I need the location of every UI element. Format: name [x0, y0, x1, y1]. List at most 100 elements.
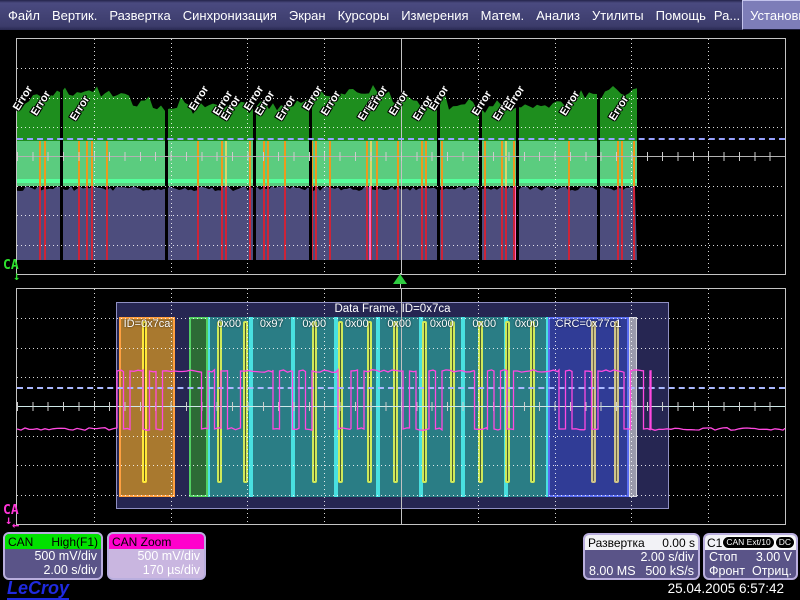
error-event-line-low	[197, 186, 199, 260]
error-event-line-low	[249, 186, 251, 260]
error-event-line-low	[267, 186, 269, 260]
arrow-left-icon: ←	[12, 518, 19, 532]
error-event-line-low	[315, 186, 317, 260]
trigger-position-marker-icon[interactable]	[393, 274, 407, 284]
datetime-display: 25.04.2005 6:57:42	[668, 581, 784, 596]
can-trace-marker[interactable]: CA ↓	[3, 258, 19, 273]
field-crc-label: CRC=0x77c1	[548, 318, 629, 331]
event-line-pink	[369, 186, 371, 260]
frame-gap	[309, 89, 312, 260]
decode-banner: Data Frame, ID=0x7ca	[116, 303, 669, 317]
frame-gap	[437, 89, 440, 260]
error-event-line	[397, 141, 399, 186]
trigger-coupling-badge: DC	[775, 536, 795, 549]
error-event-line	[633, 141, 635, 186]
error-event-line	[91, 141, 93, 186]
error-event-line-low	[284, 186, 286, 260]
timebase-scale: 2.00 s/div	[640, 550, 694, 564]
error-event-line-low	[329, 186, 331, 260]
trigger-channel: C1	[707, 536, 722, 550]
can-high-name: CAN	[8, 535, 33, 549]
trigger-edge-label: Фронт	[709, 564, 745, 578]
trigger-level-line	[17, 138, 785, 140]
field-data-label: 0x00	[421, 318, 464, 331]
error-event-line	[263, 141, 265, 186]
frame-gap	[253, 89, 256, 260]
top-graticule: ErrorErrorErrorErrorErrorErrorErrorError…	[16, 38, 786, 275]
error-event-line	[501, 141, 503, 186]
error-event-line-low	[221, 186, 223, 260]
error-event-line-low	[397, 186, 399, 260]
error-event-line-low	[263, 186, 265, 260]
menu-help[interactable]: Помощь	[650, 8, 712, 23]
can-zoom-descriptor[interactable]: CAN Zoom 500 mV/div 170 µs/div	[107, 532, 206, 580]
error-event-line-low	[505, 186, 507, 260]
menu-math[interactable]: Матем.	[475, 8, 531, 23]
field-data-label: 0x97	[251, 318, 294, 331]
error-event-line-low	[86, 186, 88, 260]
error-event-line-low	[106, 186, 108, 260]
error-event-line	[86, 141, 88, 186]
frame-gap	[516, 89, 519, 260]
error-event-line-low	[376, 186, 378, 260]
error-event-line	[370, 141, 372, 186]
frame-gap	[165, 89, 168, 260]
error-event-line-low	[44, 186, 46, 260]
menu-timebase[interactable]: Развертка	[103, 8, 176, 23]
menu-measure[interactable]: Измерения	[395, 8, 474, 23]
field-data-label: 0x00	[506, 318, 549, 331]
field-data-label: 0x00	[463, 318, 506, 331]
trigger-source-badge: CAN Ext/10	[722, 536, 774, 549]
error-event-line-low	[501, 186, 503, 260]
can-high-descriptor[interactable]: CAN High(F1) 500 mV/div 2.00 s/div	[3, 532, 103, 580]
error-event-line-low	[621, 186, 623, 260]
can-high-mode: High(F1)	[51, 535, 98, 549]
menu-misc-truncated[interactable]: Ра...	[712, 8, 742, 23]
field-data-label: 0x00	[208, 318, 251, 331]
error-event-line	[376, 141, 378, 186]
error-event-line	[366, 141, 368, 186]
menu-trigger[interactable]: Синхронизация	[177, 8, 283, 23]
error-event-line	[267, 141, 269, 186]
can-zoom-name: CAN Zoom	[112, 535, 171, 549]
error-event-line	[441, 141, 443, 186]
menu-file[interactable]: Файл	[2, 8, 46, 23]
error-event-line	[621, 141, 623, 186]
error-event-line	[44, 141, 46, 186]
can-zoom-tdiv: 170 µs/div	[143, 563, 200, 577]
error-event-line	[225, 141, 227, 186]
error-event-line-low	[421, 186, 423, 260]
timebase-descriptor[interactable]: Развертка 0.00 s 2.00 s/div 8.00 MS 500 …	[583, 533, 700, 580]
error-event-line-low	[441, 186, 443, 260]
grid-center-ticks	[17, 152, 785, 161]
error-event-line	[617, 141, 619, 186]
error-event-line-low	[484, 186, 486, 260]
field-data-label: 0x00	[336, 318, 379, 331]
can-zoom-vdiv: 500 mV/div	[137, 549, 200, 563]
error-event-line-low	[425, 186, 427, 260]
can-zoom-trace-marker[interactable]: CA ↓ ←	[3, 503, 19, 518]
trigger-level: 3.00 V	[756, 550, 792, 564]
error-event-line-low	[617, 186, 619, 260]
menu-bar: Файл Вертик. Развертка Синхронизация Экр…	[0, 0, 800, 30]
error-event-line	[78, 141, 80, 186]
menu-vertical[interactable]: Вертик.	[46, 8, 103, 23]
menu-utilities[interactable]: Утилиты	[586, 8, 650, 23]
frame-gap	[597, 89, 600, 260]
error-event-line	[421, 141, 423, 186]
menu-analysis[interactable]: Анализ	[530, 8, 586, 23]
error-event-line-low	[633, 186, 635, 260]
menu-display[interactable]: Экран	[283, 8, 332, 23]
trigger-slope: Отриц.	[752, 564, 792, 578]
error-event-line	[329, 141, 331, 186]
can-high-vdiv: 500 mV/div	[34, 549, 97, 563]
setup-button[interactable]: Установки	[742, 0, 800, 30]
error-event-line-low	[568, 186, 570, 260]
error-event-line	[249, 141, 251, 186]
menu-cursors[interactable]: Курсоры	[332, 8, 396, 23]
oscilloscope-screen: { "menu": { "items": ["Файл","Вертик.","…	[0, 0, 800, 600]
trigger-mode: Стоп	[709, 550, 737, 564]
trigger-descriptor[interactable]: C1 CAN Ext/10 DC Стоп 3.00 V Фронт Отриц…	[703, 533, 798, 580]
error-event-line	[221, 141, 223, 186]
error-event-line-low	[225, 186, 227, 260]
